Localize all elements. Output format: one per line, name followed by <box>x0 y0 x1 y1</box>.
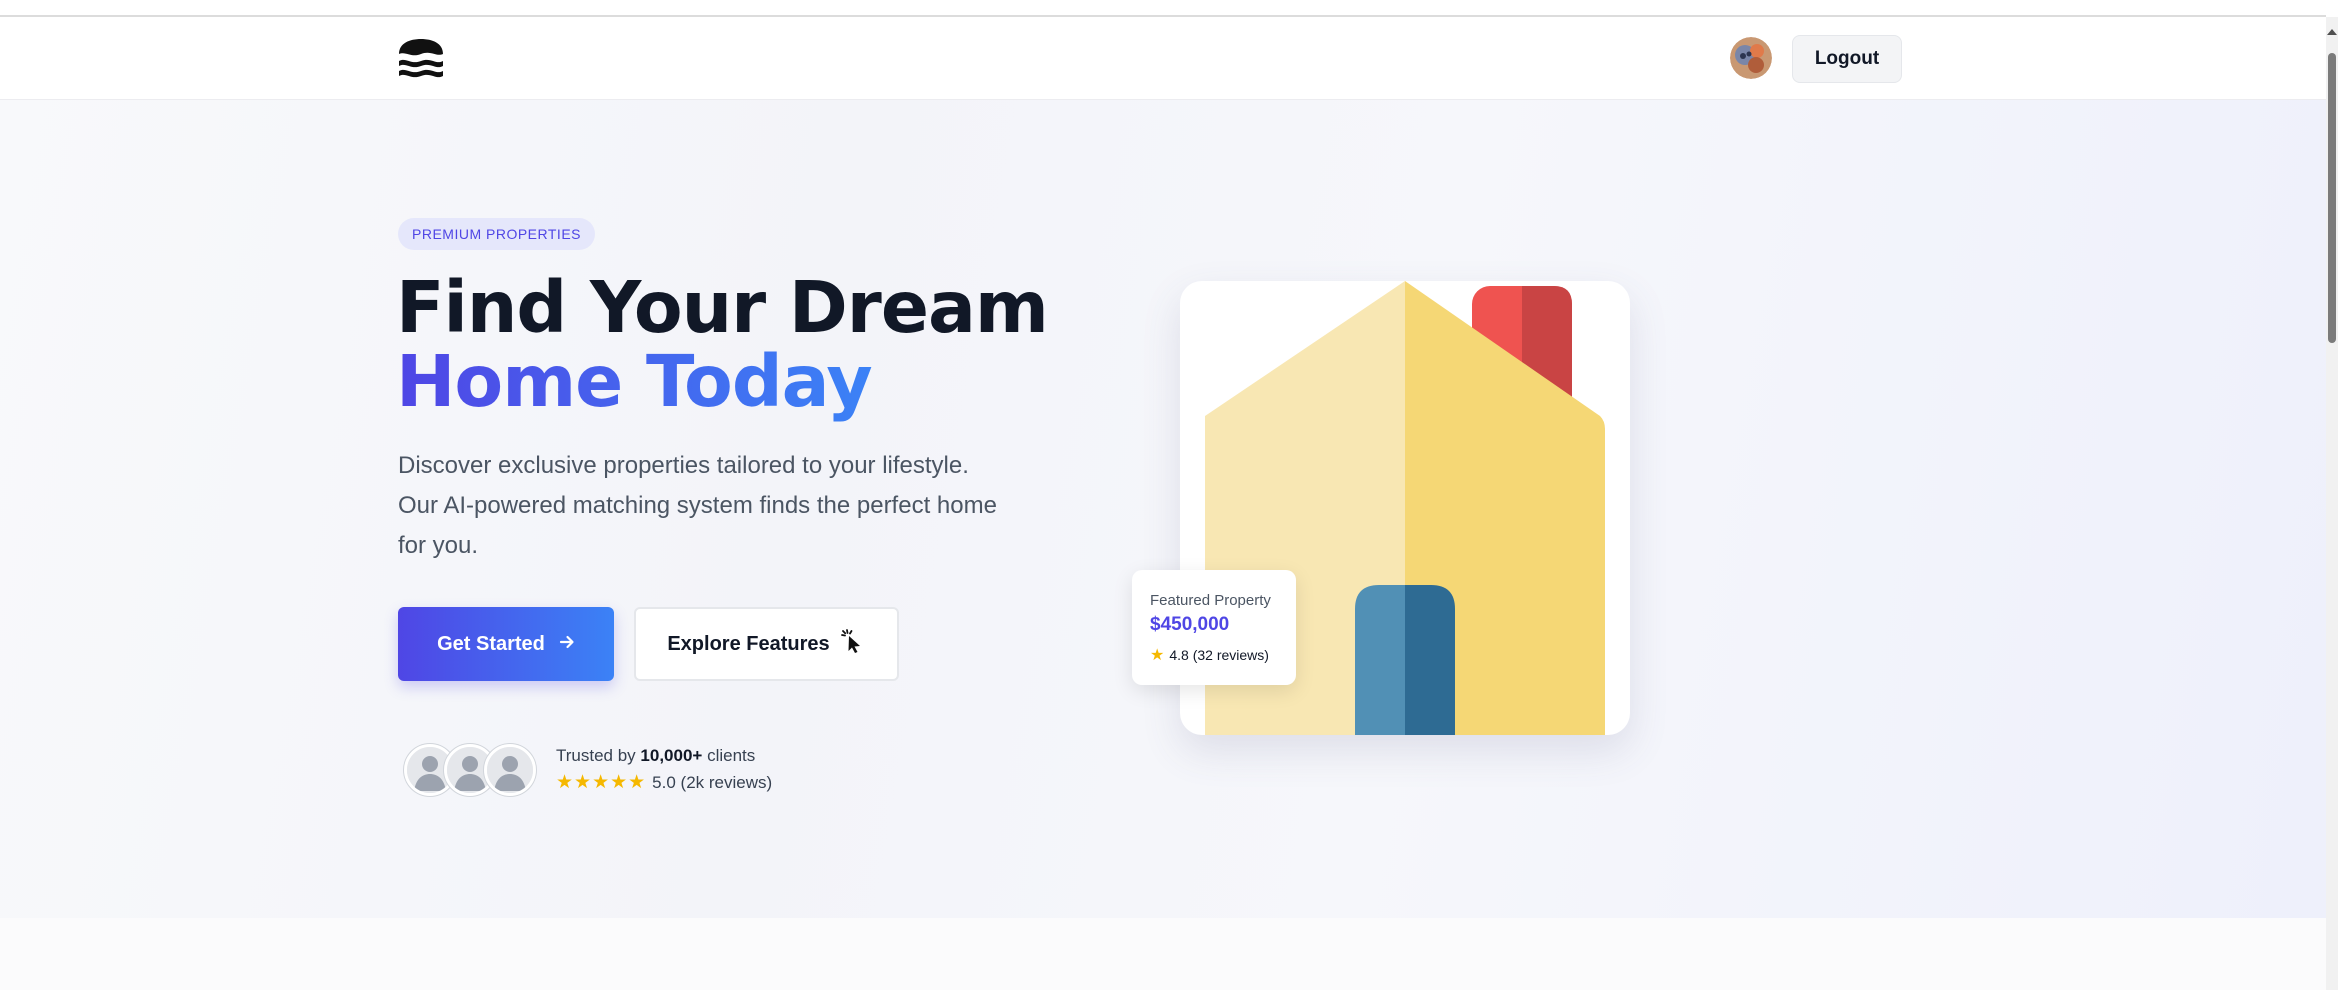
featured-rating: ★ 4.8 (32 reviews) <box>1150 645 1269 665</box>
featured-property-card[interactable]: Featured Property $450,000 ★ 4.8 (32 rev… <box>1132 570 1296 685</box>
featured-price: $450,000 <box>1150 614 1230 635</box>
hero-title-line1: Find Your Dream <box>396 266 1049 349</box>
explore-features-label: Explore Features <box>667 632 830 655</box>
trust-count: 10,000+ <box>640 746 703 765</box>
hero-title-line2: Home Today <box>396 340 873 423</box>
trust-prefix: Trusted by <box>556 746 641 765</box>
scrollbar-thumb[interactable] <box>2328 53 2336 343</box>
featured-reviews: 4.8 (32 reviews) <box>1169 647 1269 663</box>
star-icon: ★ <box>1150 647 1165 664</box>
scroll-up-arrow-icon[interactable] <box>2327 29 2337 35</box>
rating-summary: ★★★★★ 5.0 (2k reviews) <box>556 771 772 794</box>
featured-label: Featured Property <box>1150 592 1271 609</box>
hero-description-line: Our AI-powered matching system finds the… <box>398 492 997 519</box>
client-avatar-icon <box>484 744 536 796</box>
hero-description-line: for you. <box>398 532 479 559</box>
explore-features-button[interactable]: Explore Features <box>634 607 899 681</box>
get-started-label: Get Started <box>437 632 545 655</box>
trust-suffix: clients <box>702 746 756 765</box>
client-avatars <box>404 744 536 796</box>
waves-logo-icon[interactable] <box>398 39 444 79</box>
user-avatar-icon[interactable] <box>1730 37 1772 79</box>
rating-text: 5.0 (2k reviews) <box>652 772 773 792</box>
trust-text: Trusted by 10,000+ clients <box>556 746 755 766</box>
page-scrollbar[interactable] <box>2326 17 2338 990</box>
logout-button[interactable]: Logout <box>1792 35 1902 83</box>
get-started-button[interactable]: Get Started <box>398 607 614 681</box>
arrow-right-icon <box>559 633 575 656</box>
navbar: Logout <box>0 17 2326 100</box>
hero-section <box>0 100 2326 918</box>
rating-stars-icon: ★★★★★ <box>556 772 647 793</box>
next-section <box>0 918 2326 990</box>
premium-badge: PREMIUM PROPERTIES <box>398 218 595 250</box>
browser-top-edge <box>0 0 2326 17</box>
hero-description-line: Discover exclusive properties tailored t… <box>398 452 969 479</box>
cursor-click-icon <box>840 628 866 660</box>
hero-description: Discover exclusive properties tailored t… <box>398 446 1058 566</box>
